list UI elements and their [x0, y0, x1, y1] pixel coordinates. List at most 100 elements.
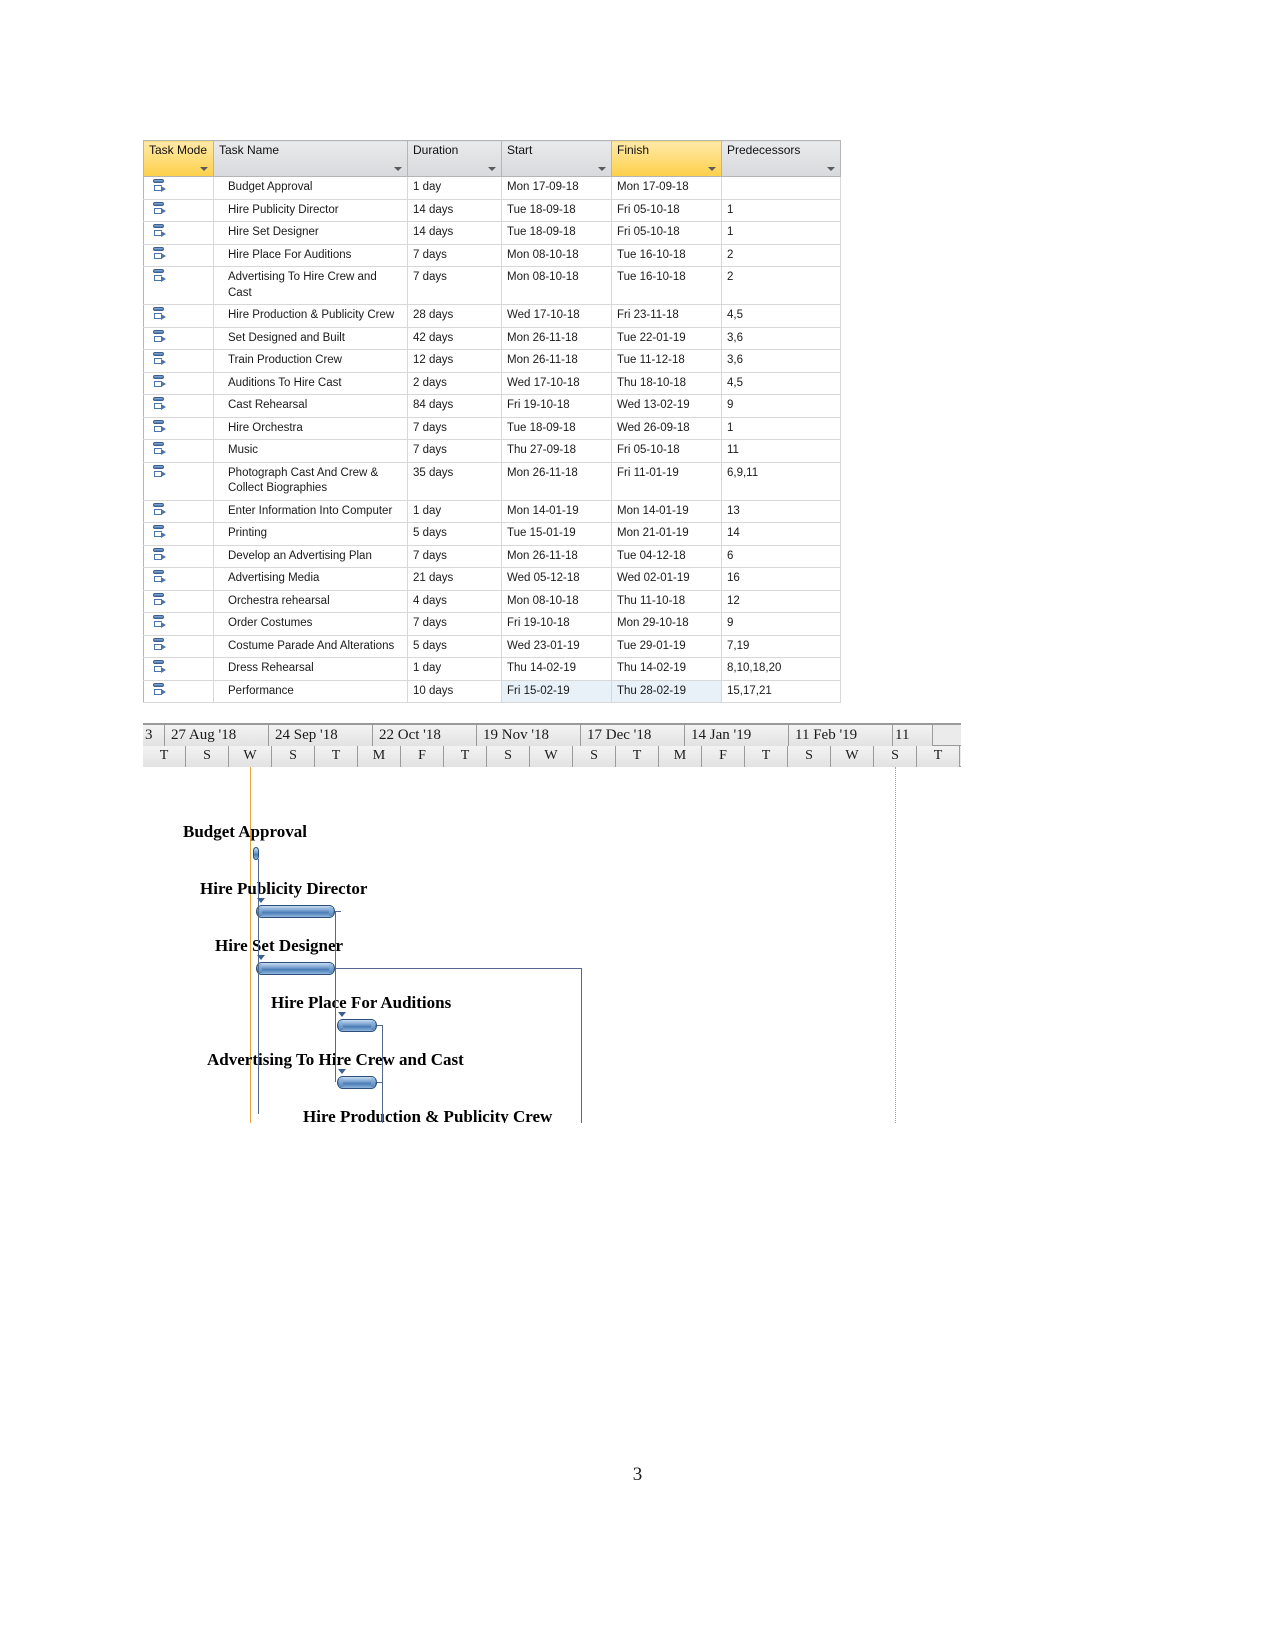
cell-start[interactable]: Wed 17-10-18: [501, 304, 612, 328]
cell-finish[interactable]: Fri 05-10-18: [611, 199, 722, 223]
cell-duration[interactable]: 7 days: [407, 266, 502, 306]
cell-task-mode[interactable]: [143, 304, 214, 328]
cell-start[interactable]: Tue 15-01-19: [501, 522, 612, 546]
cell-duration[interactable]: 84 days: [407, 394, 502, 418]
table-row[interactable]: Costume Parade And Alterations 5 days Wed …: [143, 635, 841, 659]
table-row[interactable]: Enter Information Into Computer 1 day Mon …: [143, 500, 841, 524]
cell-start[interactable]: Mon 08-10-18: [501, 590, 612, 614]
table-row[interactable]: Hire Place For Auditions 7 days Mon 08-10-…: [143, 244, 841, 268]
cell-task-mode[interactable]: [143, 545, 214, 569]
cell-task-name[interactable]: Printing: [213, 522, 408, 546]
cell-start[interactable]: Mon 14-01-19: [501, 500, 612, 524]
cell-start[interactable]: Mon 08-10-18: [501, 266, 612, 306]
cell-predecessors[interactable]: 1: [721, 221, 841, 245]
cell-task-name[interactable]: Hire Publicity Director: [213, 199, 408, 223]
cell-predecessors[interactable]: 2: [721, 266, 841, 306]
cell-finish[interactable]: Wed 13-02-19: [611, 394, 722, 418]
cell-finish[interactable]: Fri 05-10-18: [611, 439, 722, 463]
table-row[interactable]: Hire Set Designer 14 days Tue 18-09-18 Fri …: [143, 221, 841, 245]
cell-predecessors[interactable]: [721, 176, 841, 200]
cell-task-mode[interactable]: [143, 567, 214, 591]
gantt-bar[interactable]: [337, 1019, 377, 1032]
cell-finish[interactable]: Mon 29-10-18: [611, 612, 722, 636]
cell-predecessors[interactable]: 4,5: [721, 372, 841, 396]
cell-finish[interactable]: Tue 04-12-18: [611, 545, 722, 569]
cell-duration[interactable]: 1 day: [407, 657, 502, 681]
cell-task-name[interactable]: Orchestra rehearsal: [213, 590, 408, 614]
cell-predecessors[interactable]: 3,6: [721, 327, 841, 351]
cell-task-name[interactable]: Enter Information Into Computer: [213, 500, 408, 524]
cell-finish[interactable]: Fri 23-11-18: [611, 304, 722, 328]
cell-predecessors[interactable]: 7,19: [721, 635, 841, 659]
cell-task-name[interactable]: Auditions To Hire Cast: [213, 372, 408, 396]
cell-duration[interactable]: 5 days: [407, 522, 502, 546]
table-row[interactable]: Hire Orchestra 7 days Tue 18-09-18 Wed 26-0…: [143, 417, 841, 441]
cell-task-name[interactable]: Hire Production & Publicity Crew: [213, 304, 408, 328]
table-row[interactable]: Cast Rehearsal 84 days Fri 19-10-18 Wed 13-…: [143, 394, 841, 418]
cell-duration[interactable]: 21 days: [407, 567, 502, 591]
cell-predecessors[interactable]: 6: [721, 545, 841, 569]
cell-duration[interactable]: 1 day: [407, 500, 502, 524]
cell-task-name[interactable]: Develop an Advertising Plan: [213, 545, 408, 569]
cell-start[interactable]: Tue 18-09-18: [501, 221, 612, 245]
table-row[interactable]: Train Production Crew 12 days Mon 26-11-18…: [143, 349, 841, 373]
cell-task-mode[interactable]: [143, 372, 214, 396]
cell-task-name[interactable]: Train Production Crew: [213, 349, 408, 373]
cell-start[interactable]: Mon 26-11-18: [501, 545, 612, 569]
cell-start[interactable]: Wed 17-10-18: [501, 372, 612, 396]
cell-predecessors[interactable]: 13: [721, 500, 841, 524]
cell-duration[interactable]: 7 days: [407, 612, 502, 636]
cell-task-mode[interactable]: [143, 176, 214, 200]
cell-finish[interactable]: Fri 05-10-18: [611, 221, 722, 245]
cell-duration[interactable]: 42 days: [407, 327, 502, 351]
chevron-down-icon[interactable]: [708, 167, 716, 171]
column-header-duration[interactable]: Duration: [407, 140, 502, 177]
cell-predecessors[interactable]: 1: [721, 417, 841, 441]
cell-predecessors[interactable]: 9: [721, 394, 841, 418]
gantt-bar[interactable]: [337, 1076, 377, 1089]
cell-task-mode[interactable]: [143, 680, 214, 704]
cell-predecessors[interactable]: 15,17,21: [721, 680, 841, 704]
cell-task-mode[interactable]: [143, 500, 214, 524]
cell-duration[interactable]: 4 days: [407, 590, 502, 614]
cell-predecessors[interactable]: 8,10,18,20: [721, 657, 841, 681]
chevron-down-icon[interactable]: [488, 167, 496, 171]
cell-predecessors[interactable]: 4,5: [721, 304, 841, 328]
cell-finish[interactable]: Wed 02-01-19: [611, 567, 722, 591]
column-header-predecessors[interactable]: Predecessors: [721, 140, 841, 177]
cell-start[interactable]: Thu 27-09-18: [501, 439, 612, 463]
table-row[interactable]: Develop an Advertising Plan 7 days Mon 26-…: [143, 545, 841, 569]
cell-task-name[interactable]: Advertising Media: [213, 567, 408, 591]
cell-start[interactable]: Mon 26-11-18: [501, 462, 612, 501]
cell-task-mode[interactable]: [143, 349, 214, 373]
cell-finish[interactable]: Mon 17-09-18: [611, 176, 722, 200]
cell-start[interactable]: Mon 26-11-18: [501, 327, 612, 351]
column-header-finish[interactable]: Finish: [611, 140, 722, 177]
table-row[interactable]: Orchestra rehearsal 4 days Mon 08-10-18 Thu…: [143, 590, 841, 614]
table-row[interactable]: Photograph Cast And Crew & Collect Biogr…: [143, 462, 841, 501]
cell-task-mode[interactable]: [143, 327, 214, 351]
table-row[interactable]: Music 7 days Thu 27-09-18 Fri 05-10-18 11: [143, 439, 841, 463]
table-row[interactable]: Hire Production & Publicity Crew 28 days W…: [143, 304, 841, 328]
table-row[interactable]: Advertising Media 21 days Wed 05-12-18 Wed …: [143, 567, 841, 591]
table-row[interactable]: Budget Approval 1 day Mon 17-09-18 Mon 17-0…: [143, 176, 841, 200]
cell-start[interactable]: Fri 15-02-19: [501, 680, 612, 704]
cell-task-mode[interactable]: [143, 590, 214, 614]
cell-task-mode[interactable]: [143, 221, 214, 245]
cell-finish[interactable]: Tue 29-01-19: [611, 635, 722, 659]
cell-duration[interactable]: 5 days: [407, 635, 502, 659]
cell-predecessors[interactable]: 1: [721, 199, 841, 223]
table-row[interactable]: Advertising To Hire Crew and Cast 7 days M…: [143, 266, 841, 306]
cell-predecessors[interactable]: 11: [721, 439, 841, 463]
table-row[interactable]: Set Designed and Built 42 days Mon 26-11-1…: [143, 327, 841, 351]
chevron-down-icon[interactable]: [598, 167, 606, 171]
cell-start[interactable]: Fri 19-10-18: [501, 612, 612, 636]
cell-duration[interactable]: 14 days: [407, 199, 502, 223]
cell-task-mode[interactable]: [143, 244, 214, 268]
cell-duration[interactable]: 14 days: [407, 221, 502, 245]
cell-start[interactable]: Thu 14-02-19: [501, 657, 612, 681]
cell-start[interactable]: Mon 17-09-18: [501, 176, 612, 200]
table-row[interactable]: Order Costumes 7 days Fri 19-10-18 Mon 29-1…: [143, 612, 841, 636]
cell-task-mode[interactable]: [143, 199, 214, 223]
cell-predecessors[interactable]: 6,9,11: [721, 462, 841, 501]
